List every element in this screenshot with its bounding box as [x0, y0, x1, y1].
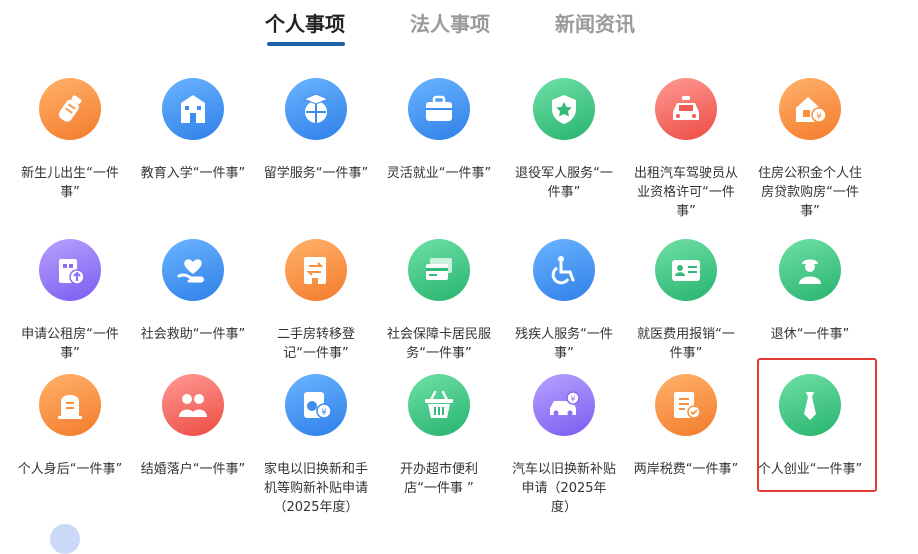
item-label: 汽车以旧换新补贴 申请（2025年 度） — [502, 460, 626, 517]
item-label: 退役军人服务“一 件事” — [502, 164, 626, 202]
item-label-line: 出租汽车驾驶员从 — [633, 166, 738, 181]
tombstone-icon — [39, 374, 101, 436]
item-label-line: 灵活就业“一件事” — [386, 166, 492, 181]
school-icon — [162, 78, 224, 140]
selection-highlight-box — [757, 358, 877, 492]
svg-text:¥: ¥ — [816, 112, 822, 122]
star-shield-icon — [533, 78, 595, 140]
item-label-line: 就医费用报销“一 — [637, 327, 735, 342]
item-label: 教育入学“一件事” — [131, 164, 255, 183]
tab-news[interactable]: 新闻资讯 — [555, 8, 635, 37]
item-label: 两岸税费“一件事” — [624, 460, 748, 479]
item-label: 社会保障卡居民服 务“一件事” — [377, 325, 501, 363]
item-label-line: 度） — [550, 500, 577, 515]
item-label-line: 教育入学“一件事” — [140, 166, 246, 181]
item-label-line: 社会救助“一件事” — [140, 327, 246, 342]
item-label-line: 两岸税费“一件事” — [633, 462, 739, 477]
item-label-line: 残疾人服务“一件 — [515, 327, 613, 342]
graduation-globe-icon — [285, 78, 347, 140]
item-label: 新生儿出生“一件 事” — [8, 164, 132, 202]
cards-icon — [408, 239, 470, 301]
appliance-coin-icon: ¥ — [285, 374, 347, 436]
item-label-line: 申请（2025年 — [521, 481, 607, 496]
item-label-line: 事” — [60, 346, 80, 361]
basket-icon — [408, 374, 470, 436]
item-label: 就医费用报销“一 件事” — [624, 325, 748, 363]
item-label: 二手房转移登 记“一件事” — [254, 325, 378, 363]
item-label: 家电以旧换新和手 机等购新补贴申请 （2025年度） — [254, 460, 378, 517]
item-label-line: 二手房转移登 — [276, 327, 355, 342]
item-label-line: 住房公积金个人住 — [757, 166, 862, 181]
building-arrow-icon — [39, 239, 101, 301]
active-tab-indicator — [267, 42, 345, 46]
item-label-line: 房贷款购房“一件 — [761, 185, 859, 200]
briefcase-icon — [408, 78, 470, 140]
item-label: 残疾人服务“一件 事” — [502, 325, 626, 363]
house-coin-icon: ¥ — [779, 78, 841, 140]
item-label: 留学服务“一件事” — [254, 164, 378, 183]
item-label-line: 申请公租房“一件 — [21, 327, 119, 342]
item-label-line: 机等购新补贴申请 — [263, 481, 368, 496]
baby-bottle-icon — [39, 78, 101, 140]
item-label: 退休“一件事” — [748, 325, 872, 344]
item-label: 灵活就业“一件事” — [377, 164, 501, 183]
item-label-line: 件事” — [547, 185, 581, 200]
item-label-line: 开办超市便利 — [399, 462, 478, 477]
item-label-line: 退役军人服务“一 — [515, 166, 613, 181]
item-label-line: 事” — [676, 204, 696, 219]
item-label: 出租汽车驾驶员从 业资格许可“一件 事” — [624, 164, 748, 221]
item-label: 社会救助“一件事” — [131, 325, 255, 344]
item-label-line: 务“一件事” — [406, 346, 472, 361]
item-label-line: 事” — [60, 185, 80, 200]
item-label-line: 社会保障卡居民服 — [386, 327, 491, 342]
item-label-line: 个人身后“一件事” — [17, 462, 123, 477]
item-label-line: 结婚落户“一件事” — [140, 462, 246, 477]
partial-next-row-icon — [50, 524, 80, 554]
elder-person-icon — [779, 239, 841, 301]
item-label: 个人身后“一件事” — [8, 460, 132, 479]
id-card-icon — [655, 239, 717, 301]
tab-legal-entity-matters[interactable]: 法人事项 — [410, 8, 490, 37]
taxi-icon — [655, 78, 717, 140]
item-label-line: 留学服务“一件事” — [263, 166, 369, 181]
item-label-line: 记“一件事” — [283, 346, 349, 361]
item-label-line: 店“一件事 ” — [404, 481, 474, 496]
heart-hand-icon — [162, 239, 224, 301]
couple-icon — [162, 374, 224, 436]
item-label-line: 新生儿出生“一件 — [21, 166, 119, 181]
tab-bar: 个人事项 法人事项 新闻资讯 — [0, 8, 918, 48]
tab-personal-matters[interactable]: 个人事项 — [265, 8, 345, 37]
svg-text:¥: ¥ — [321, 408, 327, 418]
item-label: 申请公租房“一件 事” — [8, 325, 132, 363]
svg-text:¥: ¥ — [570, 395, 575, 404]
building-transfer-icon — [285, 239, 347, 301]
item-label-line: 事” — [554, 346, 574, 361]
item-label-line: 事” — [800, 204, 820, 219]
item-label-line: 业资格许可“一件 — [637, 185, 735, 200]
wheelchair-icon — [533, 239, 595, 301]
item-label-line: 退休“一件事” — [770, 327, 850, 342]
car-coin-icon: ¥ — [533, 374, 595, 436]
item-label-line: 汽车以旧换新补贴 — [511, 462, 616, 477]
item-label: 开办超市便利 店“一件事 ” — [377, 460, 501, 498]
item-label-line: （2025年度） — [273, 500, 359, 515]
tax-receipt-icon — [655, 374, 717, 436]
item-label: 住房公积金个人住 房贷款购房“一件 事” — [748, 164, 872, 221]
item-label: 结婚落户“一件事” — [131, 460, 255, 479]
item-label-line: 家电以旧换新和手 — [263, 462, 368, 477]
item-label-line: 件事” — [669, 346, 703, 361]
